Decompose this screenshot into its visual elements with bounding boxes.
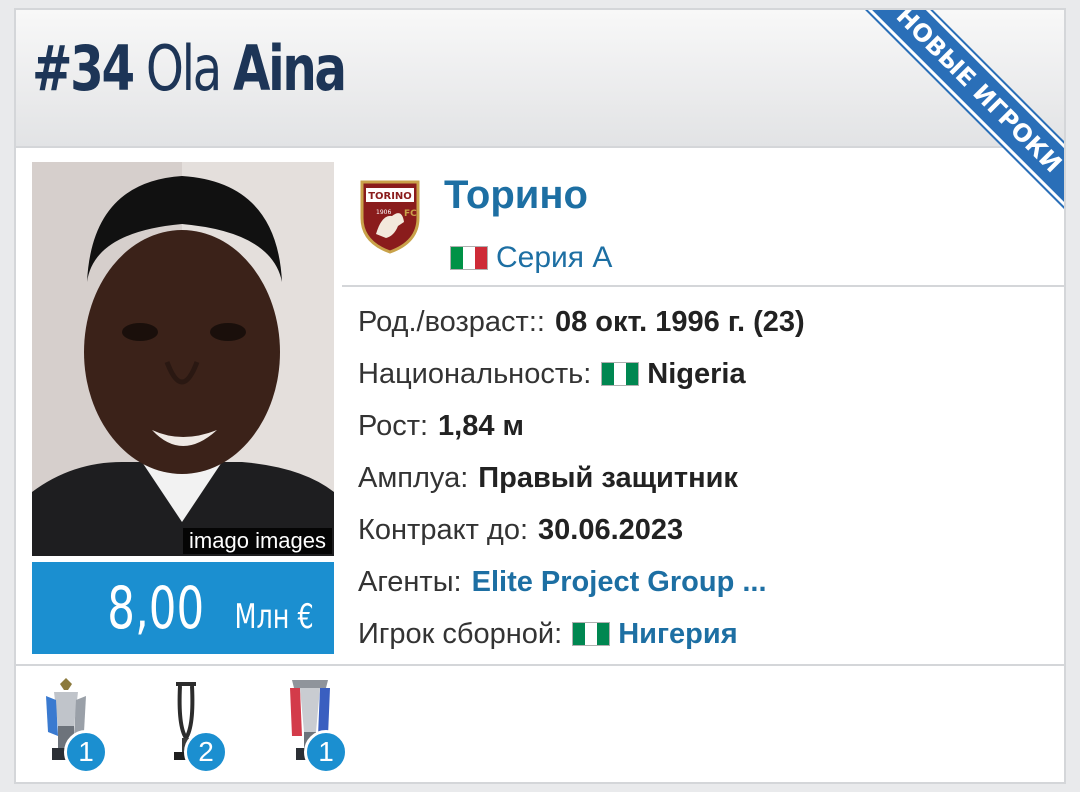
national-team-link[interactable]: Нигерия: [618, 618, 737, 651]
crest-year: 1906: [376, 209, 391, 216]
player-info-list: Род./возраст:: 08 окт. 1996 г. (23) Наци…: [358, 296, 805, 660]
nigeria-flag-icon: [601, 362, 640, 386]
trophy-item[interactable]: 1: [38, 676, 110, 774]
player-title: #34 Ola Aina: [32, 32, 347, 106]
trophies-divider: [16, 664, 1064, 666]
league-name: Серия А: [496, 241, 613, 274]
trophy-list: 1 2 1: [38, 676, 398, 774]
info-value: 1,84 м: [438, 409, 524, 442]
trophy-item[interactable]: 1: [278, 676, 350, 774]
info-value: Правый защитник: [478, 461, 738, 494]
info-label: Амплуа:: [358, 461, 469, 494]
player-portrait-icon: [32, 162, 334, 556]
info-label: Контракт до:: [358, 513, 529, 546]
info-value: 08 окт. 1996 г. (23): [554, 305, 805, 338]
trophy-count-badge: 1: [304, 730, 348, 774]
info-label: Рост:: [358, 409, 429, 442]
info-row-height: Рост: 1,84 м: [358, 400, 805, 452]
photo-credit: imago images: [183, 528, 332, 554]
crest-fc: FC: [404, 209, 417, 219]
italy-flag-icon: [450, 246, 488, 270]
player-first-name: Ola: [145, 32, 222, 105]
info-label: Национальность:: [358, 357, 592, 390]
info-label: Агенты:: [358, 565, 462, 598]
player-photo: imago images: [32, 162, 334, 556]
trophy-count-badge: 2: [184, 730, 228, 774]
info-row-national-team: Игрок сборной: Нигерия: [358, 608, 805, 660]
market-value-box[interactable]: 8,00 Млн €: [32, 562, 334, 654]
info-label: Род./возраст::: [358, 305, 545, 338]
info-row-position: Амплуа: Правый защитник: [358, 452, 805, 504]
shirt-number: #34: [32, 32, 135, 105]
info-row-birth: Род./возраст:: 08 окт. 1996 г. (23): [358, 296, 805, 348]
trophy-count-badge: 1: [64, 730, 108, 774]
player-last-name: Aina: [233, 32, 347, 105]
club-divider: [342, 285, 1064, 287]
info-value: Nigeria: [647, 357, 746, 390]
torino-crest-icon[interactable]: TORINO 1906 FC: [358, 178, 422, 254]
info-row-agents: Агенты: Elite Project Group ...: [358, 556, 805, 608]
trophy-item[interactable]: 2: [158, 676, 230, 774]
club-name-link[interactable]: Торино: [444, 170, 588, 220]
nigeria-flag-icon: [572, 622, 611, 646]
market-value-amount: 8,00: [106, 574, 204, 642]
league-link[interactable]: Серия А: [450, 238, 612, 278]
info-row-contract: Контракт до: 30.06.2023: [358, 504, 805, 556]
info-row-nationality: Национальность: Nigeria: [358, 348, 805, 400]
info-value: 30.06.2023: [538, 513, 684, 546]
crest-text: TORINO: [368, 191, 412, 202]
market-value-unit: Млн €: [234, 597, 314, 637]
player-profile-card: #34 Ola Aina НОВЫЕ ИГРОКИ imago images 8…: [14, 8, 1066, 784]
info-label: Игрок сборной:: [358, 617, 563, 650]
agent-link[interactable]: Elite Project Group ...: [472, 566, 767, 599]
